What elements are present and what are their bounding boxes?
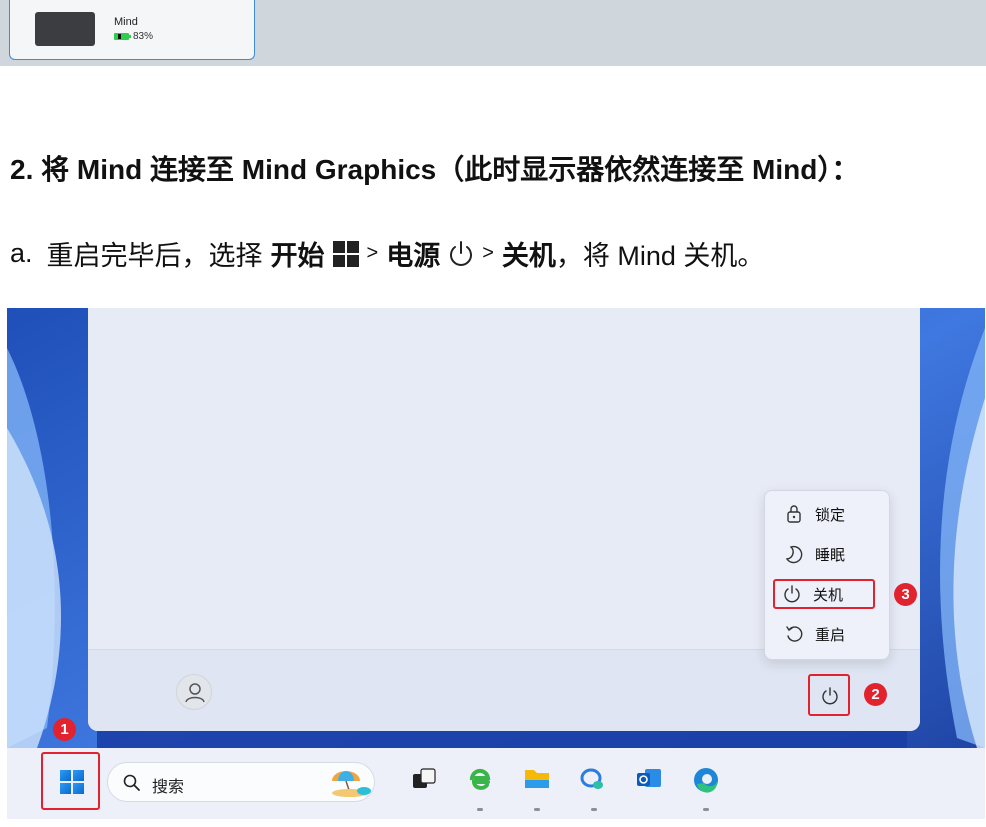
step-suffix: ，将 Mind 关机。 — [555, 241, 765, 271]
start-menu-footer: 2 — [88, 649, 920, 731]
windows-logo-icon — [332, 240, 359, 267]
running-indicator — [534, 808, 540, 811]
step-separator: > — [366, 242, 379, 264]
search-icon — [123, 774, 140, 791]
power-icon — [450, 240, 473, 266]
file-explorer-icon[interactable] — [523, 766, 551, 792]
running-indicator — [477, 808, 483, 811]
power-menu: 锁定 睡眠 关机 重启 — [764, 490, 890, 660]
step-instruction: a. 重启完毕后，选择 开始 > 电源 > 关机 ，将 Mind 关机。 — [10, 234, 764, 273]
edge-icon[interactable] — [692, 766, 720, 794]
user-icon — [185, 683, 205, 703]
step-shutdown-label: 关机 — [501, 241, 556, 271]
search-placeholder: 搜索 — [152, 779, 185, 796]
restart-icon — [786, 626, 803, 642]
step-separator: > — [482, 242, 494, 264]
menu-item-lock[interactable]: 锁定 — [777, 499, 879, 529]
step-power-label: 电源 — [386, 241, 441, 271]
section-heading: 2. 将 Mind 连接至 Mind Graphics（此时显示器依然连接至 M… — [10, 148, 859, 188]
device-card[interactable]: Mind 83% — [9, 0, 255, 60]
battery-percent: 83% — [133, 31, 154, 42]
power-icon — [822, 687, 838, 705]
heading-text: 将 Mind 连接至 Mind Graphics（此时显示器依然连接至 Mind… — [41, 154, 860, 185]
moon-icon — [785, 545, 803, 564]
power-icon — [784, 585, 800, 603]
menu-item-shutdown[interactable]: 关机 — [773, 579, 875, 609]
step-start-label: 开始 — [270, 241, 325, 271]
start-menu-panel: 2 锁定 睡眠 关机 重启 3 — [88, 308, 920, 731]
running-indicator — [591, 808, 597, 811]
task-view-icon[interactable] — [411, 766, 437, 792]
lock-icon — [787, 505, 801, 523]
outlook-icon[interactable] — [635, 766, 663, 792]
menu-item-sleep[interactable]: 睡眠 — [777, 539, 879, 569]
beach-umbrella-icon — [332, 771, 371, 797]
device-name: Mind — [114, 16, 138, 28]
windows-logo-icon — [60, 770, 84, 794]
menu-item-label: 锁定 — [815, 506, 846, 524]
ie-icon[interactable] — [466, 766, 494, 794]
device-strip: Mind 83% — [0, 0, 986, 66]
battery-status: 83% — [114, 31, 153, 42]
menu-item-label: 关机 — [813, 586, 844, 604]
user-avatar[interactable] — [176, 674, 212, 710]
taskbar: 搜索 — [7, 748, 985, 819]
heading-number: 2. — [10, 154, 34, 185]
step-letter: a. — [10, 238, 33, 268]
chat-icon[interactable] — [579, 766, 607, 794]
menu-item-label: 睡眠 — [815, 546, 846, 564]
menu-item-restart[interactable]: 重启 — [777, 619, 879, 649]
battery-icon — [114, 33, 131, 40]
menu-item-label: 重启 — [815, 626, 846, 644]
callout-badge-1: 1 — [53, 718, 76, 741]
callout-badge-2: 2 — [864, 683, 887, 706]
step-prefix: 重启完毕后，选择 — [46, 241, 263, 271]
windows-screenshot: 2 锁定 睡眠 关机 重启 3 1 搜索 — [7, 308, 985, 819]
running-indicator — [703, 808, 709, 811]
callout-badge-3: 3 — [894, 583, 917, 606]
device-thumbnail — [35, 12, 95, 46]
power-button[interactable] — [808, 674, 850, 716]
start-button[interactable] — [41, 752, 100, 810]
taskbar-search[interactable]: 搜索 — [107, 762, 375, 802]
